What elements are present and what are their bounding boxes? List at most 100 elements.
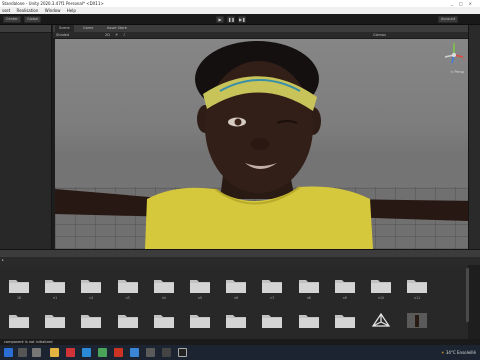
asset-folder[interactable]: n5 [185,277,215,300]
folder-icon [366,277,396,294]
global-local-button[interactable]: Global [24,16,42,23]
folder-icon [221,277,251,294]
temperature: 34°C [445,350,456,355]
asset-folder[interactable] [4,312,34,331]
start-icon[interactable] [4,348,13,357]
menu-item-realisation[interactable]: Realisation [16,8,38,13]
maximize-button[interactable]: □ [459,1,469,6]
project-breadcrumb-bar: ▸ [0,257,480,265]
minimize-button[interactable]: _ [451,1,459,6]
folder-icon [4,312,34,329]
tab-game[interactable]: Game [79,25,97,32]
asset-folder[interactable]: n6 [221,277,251,300]
menu-item-help[interactable]: Help [67,8,76,13]
asset-caption: n8 [306,296,311,300]
file-explorer-icon[interactable] [50,348,59,357]
asset-character-thumbnail[interactable] [402,312,432,331]
status-message: component is not initialized [4,340,53,344]
gizmo-axis-x: x [463,58,465,62]
asset-folder[interactable] [330,312,360,331]
play-button[interactable]: ▶ [216,16,224,23]
asset-folder[interactable] [76,312,106,331]
projection-label[interactable]: < Persp [450,70,464,74]
asset-model[interactable] [366,312,396,331]
unity-editor-icon[interactable] [178,348,187,357]
gizmos-dropdown[interactable]: Gizmos [373,33,386,38]
account-button[interactable]: Account [438,16,459,23]
close-button[interactable]: × [469,1,478,6]
weather-text: Ensoleillé [457,350,476,355]
light-toggle-icon[interactable]: ☀ [115,33,121,38]
asset-folder[interactable] [149,312,179,331]
project-scrollbar[interactable] [466,268,469,322]
window-controls[interactable]: _□× [451,0,478,7]
folder-icon [402,277,432,294]
folder-icon [113,312,143,329]
tab-scene[interactable]: Scene [55,25,74,32]
asset-folder[interactable] [294,312,324,331]
orientation-gizmo[interactable]: y x [442,41,466,71]
folder-icon [40,312,70,329]
gizmo-axis-y: y [453,41,455,45]
folder-icon [113,277,143,294]
asset-folder[interactable]: 18 [4,277,34,300]
weather-icon: ☀ [440,350,445,355]
scene-toolbar: Shaded 2D ☀ ♪ Gizmos [53,32,468,39]
asset-folder[interactable]: n3 [113,277,143,300]
audio-toggle-icon[interactable]: ♪ [123,33,129,38]
scene-viewport[interactable]: y x < Persp [55,39,468,249]
asset-folder[interactable] [113,312,143,331]
asset-folder[interactable] [221,312,251,331]
project-asset-grid[interactable]: 18 n1 n2 n3 n4 n5 n6 n7 n8 n9 n10 n11 [0,265,468,345]
asset-folder[interactable] [40,312,70,331]
chrome-icon[interactable] [98,348,107,357]
asset-folder[interactable]: n2 [76,277,106,300]
tab-asset-store[interactable]: Asset Store [103,25,131,32]
asset-caption: n3 [125,296,130,300]
pivot-center-button[interactable]: Center [3,16,21,23]
window-title: Standalone - Unity 2020.3.47f1 Personal*… [2,1,104,6]
task-view-icon[interactable] [32,348,41,357]
search-icon[interactable] [18,348,27,357]
asset-folder[interactable]: n4 [149,277,179,300]
windows-taskbar: ☀ 34°C Ensoleillé [0,345,480,360]
asset-folder[interactable]: n1 [40,277,70,300]
settings-icon[interactable] [146,348,155,357]
folder-icon [402,312,432,329]
asset-caption: n7 [270,296,275,300]
asset-caption: n6 [234,296,239,300]
menu-item-window[interactable]: Window [45,8,61,13]
edge-browser-icon[interactable] [82,348,91,357]
inspector-panel[interactable] [468,25,480,249]
asset-folder[interactable] [185,312,215,331]
folder-icon [366,312,396,329]
asset-caption: n10 [377,296,385,300]
hierarchy-panel[interactable] [0,25,52,249]
folder-icon [294,312,324,329]
pause-button[interactable]: ❚❚ [227,16,235,23]
asset-folder[interactable]: n9 [330,277,360,300]
shading-mode-dropdown[interactable]: Shaded [56,33,69,38]
asset-caption: n5 [197,296,203,300]
asset-folder[interactable]: n7 [257,277,287,300]
asset-folder[interactable]: n10 [366,277,396,300]
folder-icon [330,277,360,294]
menu-bar: sset Realisation Window Help [0,7,480,14]
opera-icon[interactable] [114,348,123,357]
project-panel-header [0,249,480,257]
app-icon[interactable] [66,348,75,357]
asset-folder[interactable] [257,312,287,331]
code-icon[interactable] [130,348,139,357]
menu-item-asset[interactable]: sset [2,8,10,13]
system-tray[interactable]: ☀ 34°C Ensoleillé [441,348,476,357]
title-bar: Standalone - Unity 2020.3.47f1 Personal*… [0,0,480,7]
asset-caption: 18 [16,296,22,300]
folder-icon [149,277,179,294]
folder-icon [4,277,34,294]
asset-folder[interactable]: n8 [294,277,324,300]
asset-folder[interactable]: n11 [402,277,432,300]
mode-2d-toggle[interactable]: 2D [105,33,110,38]
unity-hub-icon[interactable] [162,348,171,357]
step-button[interactable]: ▶❚ [238,16,246,23]
folder-icon [149,312,179,329]
